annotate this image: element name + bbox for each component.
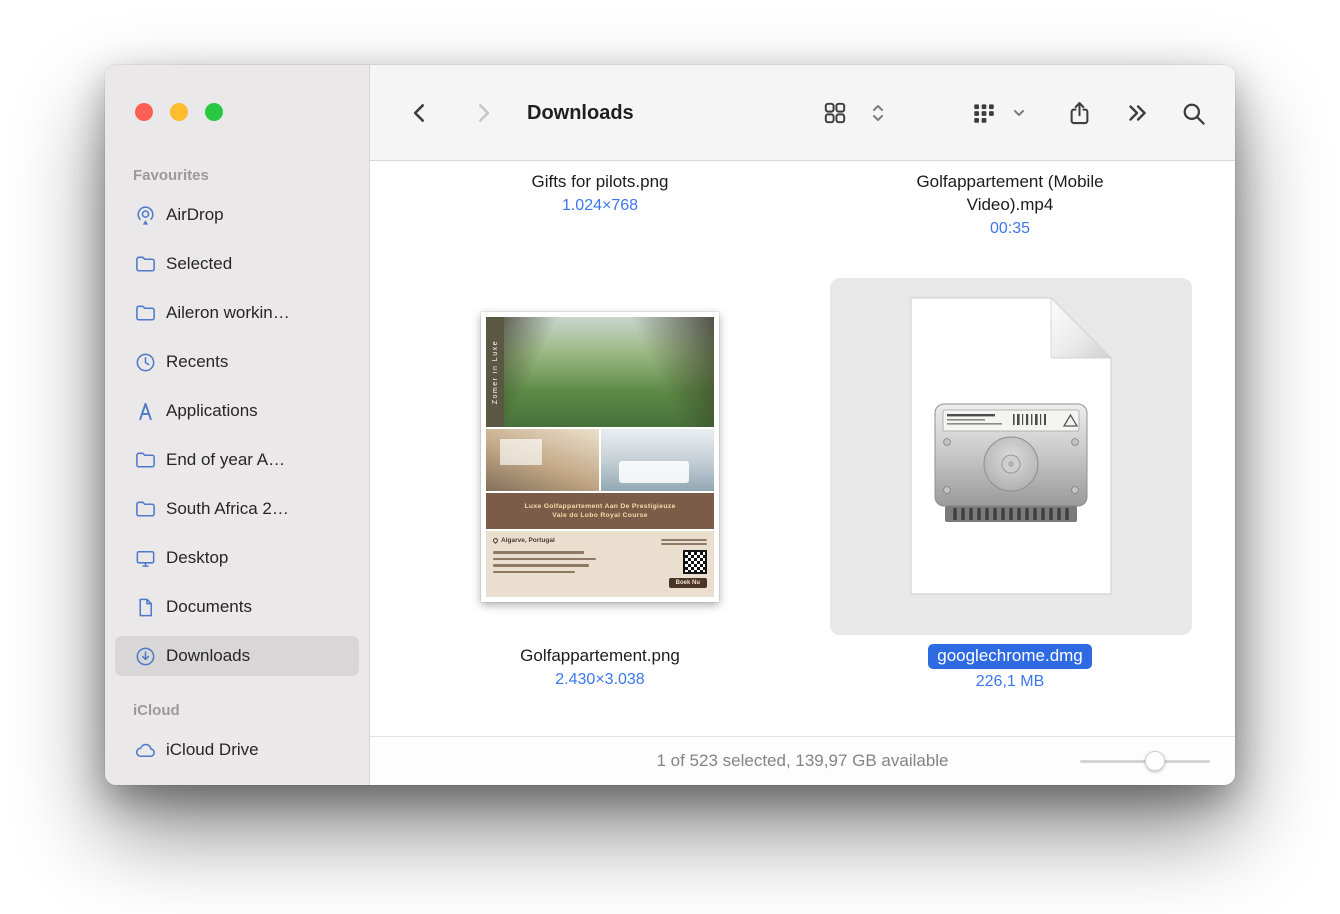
dmg-disk-image-icon xyxy=(901,292,1121,602)
sidebar: Favourites AirDrop Selected xyxy=(105,65,370,785)
icon-size-slider[interactable] xyxy=(1080,751,1210,771)
sidebar-item-label: South Africa 2… xyxy=(166,499,289,519)
file-item-googlechrome-dmg[interactable]: googlechrome.dmg 226,1 MB xyxy=(860,644,1160,692)
flyer-vertical-banner: Zomer in Luxe xyxy=(486,317,504,427)
file-dimensions: 1.024×768 xyxy=(480,196,720,216)
sidebar-item-aileron-working[interactable]: Aileron workin… xyxy=(115,293,359,333)
sidebar-section-icloud: iCloud xyxy=(115,696,359,730)
finder-window: Favourites AirDrop Selected xyxy=(105,65,1235,785)
close-button[interactable] xyxy=(135,103,153,121)
window-title: Downloads xyxy=(527,65,634,161)
flyer-artwork: Zomer in Luxe Luxe Golfappartement Aan D… xyxy=(486,317,714,597)
sidebar-item-applications[interactable]: Applications xyxy=(115,391,359,431)
folder-icon xyxy=(134,253,157,276)
downloads-icon xyxy=(134,645,157,668)
share-button[interactable] xyxy=(1066,65,1093,161)
clock-icon xyxy=(134,351,157,374)
document-icon xyxy=(134,596,157,619)
flyer-details-right: Boek Nu xyxy=(610,537,707,591)
flyer-details: Algarve, Portugal Boek Nu xyxy=(486,531,714,597)
file-thumbnail-golfappartement-png[interactable]: Zomer in Luxe Luxe Golfappartement Aan D… xyxy=(481,312,719,602)
flyer-vertical-text: Zomer in Luxe xyxy=(492,340,499,404)
sidebar-item-label: Recents xyxy=(166,352,228,372)
group-button[interactable] xyxy=(971,65,997,161)
sidebar-item-label: Desktop xyxy=(166,548,228,568)
location-pin-icon xyxy=(492,537,499,544)
flyer-location: Algarve, Portugal xyxy=(493,537,610,544)
cloud-icon xyxy=(134,739,157,762)
more-toolbar-items-button[interactable] xyxy=(1124,65,1150,161)
sidebar-section-favourites: Favourites xyxy=(115,161,359,195)
folder-icon xyxy=(134,449,157,472)
flyer-interior-photos xyxy=(486,429,714,491)
status-text: 1 of 523 selected, 139,97 GB available xyxy=(656,751,948,771)
minimize-button[interactable] xyxy=(170,103,188,121)
file-item-golfappartement-video[interactable]: Golfappartement (Mobile Video).mp4 00:35 xyxy=(885,170,1135,239)
applications-icon xyxy=(134,400,157,423)
sidebar-item-label: Aileron workin… xyxy=(166,303,290,323)
flyer-phone-lines xyxy=(661,537,707,547)
folder-icon xyxy=(134,302,157,325)
main-panel: Downloads xyxy=(370,65,1235,785)
flyer-livingroom-photo xyxy=(486,429,599,491)
forward-button[interactable] xyxy=(469,65,497,161)
flyer-feature-lines xyxy=(493,551,610,573)
sidebar-item-south-africa[interactable]: South Africa 2… xyxy=(115,489,359,529)
flyer-details-left: Algarve, Portugal xyxy=(493,537,610,591)
file-name: Gifts for pilots.png xyxy=(480,170,720,193)
view-style-chevrons-icon[interactable] xyxy=(871,65,885,161)
file-duration: 00:35 xyxy=(885,219,1135,239)
airdrop-icon xyxy=(134,204,157,227)
sidebar-item-selected[interactable]: Selected xyxy=(115,244,359,284)
fullscreen-button[interactable] xyxy=(205,103,223,121)
flyer-hero-photo: Zomer in Luxe xyxy=(486,317,714,427)
sidebar-item-label: End of year A… xyxy=(166,450,285,470)
status-bar: 1 of 523 selected, 139,97 GB available xyxy=(370,736,1235,785)
file-thumbnail-googlechrome-dmg[interactable] xyxy=(830,278,1192,635)
file-name: Golfappartement (Mobile Video).mp4 xyxy=(885,170,1135,216)
slider-thumb[interactable] xyxy=(1145,751,1165,771)
sidebar-item-documents[interactable]: Documents xyxy=(115,587,359,627)
sidebar-item-airdrop[interactable]: AirDrop xyxy=(115,195,359,235)
sidebar-item-recents[interactable]: Recents xyxy=(115,342,359,382)
sidebar-item-downloads[interactable]: Downloads xyxy=(115,636,359,676)
flyer-bedroom-photo xyxy=(601,429,714,491)
flyer-location-text: Algarve, Portugal xyxy=(501,537,555,544)
sidebar-item-label: Selected xyxy=(166,254,232,274)
view-style-button[interactable] xyxy=(822,65,848,161)
group-chevron-down-icon[interactable] xyxy=(1012,65,1026,161)
flyer-headline-line1: Luxe Golfappartement Aan De Prestigieuze xyxy=(486,503,714,510)
sidebar-item-label: Applications xyxy=(166,401,258,421)
flyer-headline-line2: Vale do Lobo Royal Course xyxy=(486,512,714,519)
sidebar-item-label: Downloads xyxy=(166,646,250,666)
sidebar-item-label: Documents xyxy=(166,597,252,617)
sidebar-item-label: iCloud Drive xyxy=(166,740,259,760)
selected-file-name[interactable]: googlechrome.dmg xyxy=(928,644,1092,669)
sidebar-item-desktop[interactable]: Desktop xyxy=(115,538,359,578)
sidebar-list: Favourites AirDrop Selected xyxy=(115,161,359,779)
desktop-icon xyxy=(134,547,157,570)
sidebar-item-icloud-drive[interactable]: iCloud Drive xyxy=(115,730,359,770)
folder-icon xyxy=(134,498,157,521)
file-browser-content: Gifts for pilots.png 1.024×768 Golfappar… xyxy=(370,161,1235,736)
window-controls xyxy=(135,103,223,121)
sidebar-item-label: AirDrop xyxy=(166,205,224,225)
file-item-gifts-for-pilots[interactable]: Gifts for pilots.png 1.024×768 xyxy=(480,170,720,216)
toolbar: Downloads xyxy=(370,65,1235,161)
sidebar-item-end-of-year[interactable]: End of year A… xyxy=(115,440,359,480)
flyer-title-band: Luxe Golfappartement Aan De Prestigieuze… xyxy=(486,493,714,529)
file-item-golfappartement-png[interactable]: Golfappartement.png 2.430×3.038 xyxy=(470,644,730,690)
back-button[interactable] xyxy=(406,65,434,161)
search-button[interactable] xyxy=(1180,65,1207,161)
flyer-cta-button: Boek Nu xyxy=(669,578,707,588)
file-dimensions: 2.430×3.038 xyxy=(470,670,730,690)
qr-code xyxy=(683,550,707,574)
file-name: Golfappartement.png xyxy=(470,644,730,667)
file-size: 226,1 MB xyxy=(860,672,1160,692)
